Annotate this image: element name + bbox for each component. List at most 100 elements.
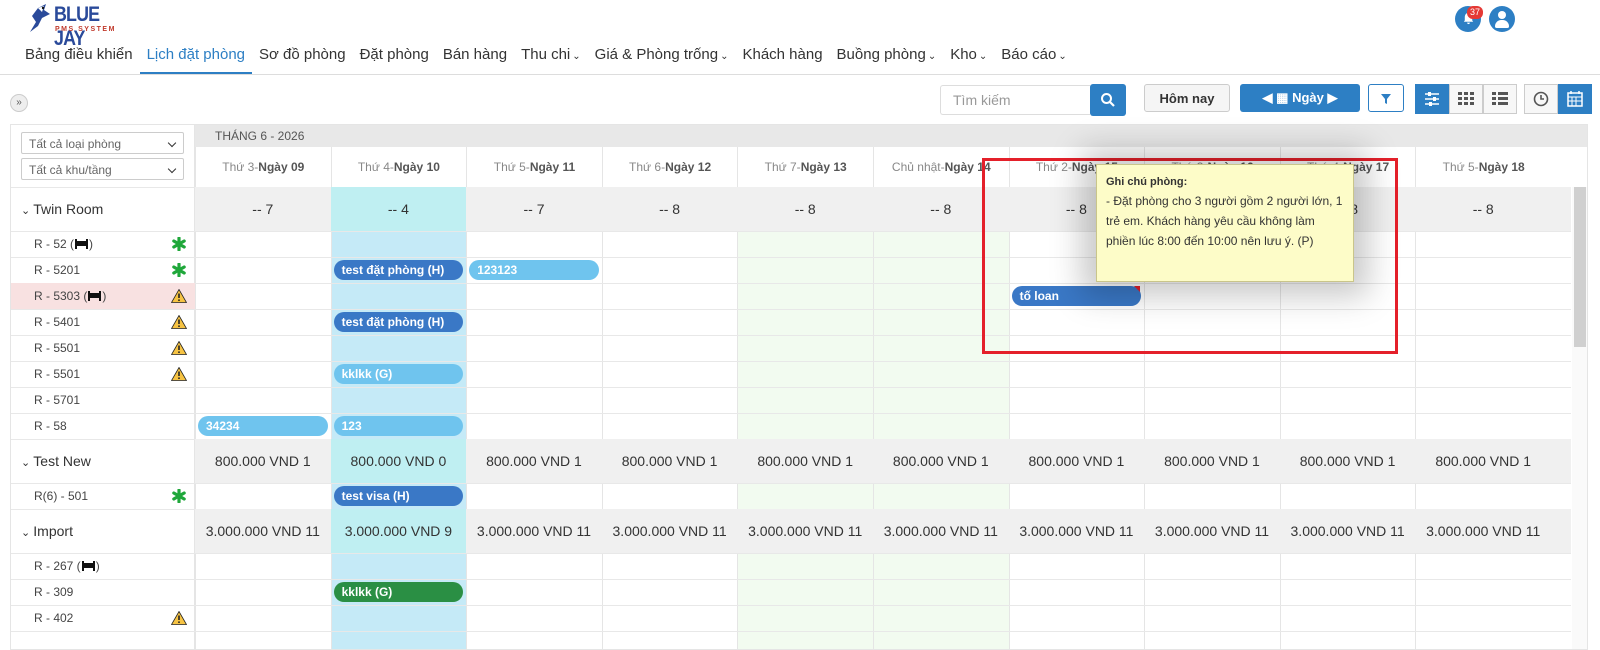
clock-icon	[1533, 91, 1549, 107]
calendar-view-button[interactable]	[1558, 84, 1592, 114]
scrollbar-thumb[interactable]	[1574, 187, 1586, 347]
date-label: Ngày 18	[1478, 160, 1525, 174]
menu-item-6[interactable]: Giá & Phòng trống ⌄	[588, 44, 736, 74]
bed-icon	[75, 239, 89, 249]
menu-item-1[interactable]: Lịch đặt phòng	[139, 44, 253, 74]
booking-bar[interactable]: test visa (H)	[333, 486, 464, 506]
area-select[interactable]: Tất cả khu/tầng	[21, 158, 184, 180]
day-header[interactable]: Thứ 7-Ngày 13	[737, 147, 873, 187]
booking-bar[interactable]: 123	[333, 416, 464, 436]
collapse-chevron-icon[interactable]: ⌄	[21, 527, 33, 539]
booking-bar[interactable]: kklkk (G)	[333, 582, 464, 602]
next-day-icon[interactable]: ▶	[1327, 90, 1337, 105]
clean-status-icon[interactable]	[172, 237, 186, 251]
weekday-label: Thứ 3-	[222, 160, 259, 174]
today-button[interactable]: Hôm nay	[1144, 84, 1230, 112]
group-label[interactable]: ⌄ Import	[11, 523, 195, 539]
view-mode-group	[1415, 84, 1517, 114]
room-label[interactable]: R - 5501	[11, 341, 195, 355]
room-label[interactable]: R - 5501	[11, 367, 195, 381]
availability-cell: -- 8	[1472, 201, 1494, 217]
booking-bar[interactable]: test đặt phòng (H)	[333, 312, 464, 332]
clean-status-icon[interactable]	[172, 489, 186, 503]
warning-icon[interactable]	[171, 341, 187, 355]
room-label[interactable]: R - 402	[11, 611, 195, 625]
list-view-button[interactable]	[1483, 84, 1517, 114]
bed-bracket: )	[89, 237, 94, 251]
room-name: R - 58	[34, 419, 67, 433]
grid-view-button[interactable]	[1449, 84, 1483, 114]
availability-cell: 800.000 VND 1	[214, 453, 311, 469]
room-name: R - 5501	[34, 341, 81, 355]
header-divider	[0, 74, 1600, 75]
clock-view-button[interactable]	[1524, 84, 1558, 114]
menu-item-7[interactable]: Khách hàng	[735, 44, 829, 74]
sliders-icon	[1425, 92, 1439, 106]
booking-bar[interactable]: test đặt phòng (H)	[333, 260, 464, 280]
bed-icon	[81, 561, 95, 571]
room-label[interactable]: R - 5701	[11, 393, 195, 407]
availability-cell: 3.000.000 VND 11	[476, 523, 592, 539]
menu-item-10[interactable]: Báo cáo ⌄	[994, 44, 1073, 74]
group-label[interactable]: ⌄ Test New	[11, 453, 195, 469]
day-header[interactable]: Thứ 4-Ngày 10	[330, 147, 467, 187]
collapse-chevron-icon[interactable]: ⌄	[21, 205, 33, 217]
room-label[interactable]: R - 309	[11, 585, 195, 599]
menu-item-2[interactable]: Sơ đồ phòng	[252, 44, 353, 74]
availability-cell: -- 8	[794, 201, 816, 217]
day-header[interactable]: Thứ 5-Ngày 18	[1415, 147, 1551, 187]
day-navigation[interactable]: ◀ ▦ Ngày ▶	[1240, 84, 1360, 112]
room-label[interactable]: R - 267 ()	[11, 559, 195, 573]
warning-icon[interactable]	[171, 315, 187, 329]
calendar-grid-icon	[1567, 91, 1583, 107]
clean-status-icon[interactable]	[172, 263, 186, 277]
collapse-chevron-icon[interactable]: ⌄	[21, 457, 33, 469]
warning-icon[interactable]	[171, 289, 187, 303]
room-type-select[interactable]: Tất cả loại phòng	[21, 132, 184, 154]
row-divider	[11, 387, 1571, 388]
availability-cell: 3.000.000 VND 11	[1154, 523, 1270, 539]
vertical-scrollbar[interactable]	[1572, 187, 1587, 649]
room-label[interactable]: R - 58	[11, 419, 195, 433]
app-root: BLUE JAY PMS SYSTEM 37 Bảng điều khiển Lị…	[0, 0, 1600, 650]
availability-cell: 800.000 VND 1	[1299, 453, 1396, 469]
search-input[interactable]	[940, 85, 1090, 115]
warning-icon[interactable]	[171, 611, 187, 625]
room-note-tooltip: Ghi chú phòng: - Đặt phòng cho 3 người g…	[1096, 164, 1354, 282]
menu-item-0[interactable]: Bảng điều khiển	[18, 44, 140, 74]
user-avatar-button[interactable]	[1489, 6, 1515, 32]
chevron-down-icon: ⌄	[720, 51, 729, 62]
menu-item-4[interactable]: Bán hàng	[436, 44, 514, 74]
room-name: R - 309	[34, 585, 74, 599]
logo[interactable]: BLUE JAY PMS SYSTEM	[24, 2, 124, 50]
room-label[interactable]: R - 5303 ()	[11, 289, 195, 303]
prev-day-icon[interactable]: ◀	[1263, 90, 1273, 105]
menu-item-8[interactable]: Buồng phòng ⌄	[830, 44, 944, 74]
search-button[interactable]	[1090, 84, 1126, 116]
menu-item-label: Bán hàng	[442, 46, 508, 63]
booking-bar[interactable]: kklkk (G)	[333, 364, 464, 384]
filter-button[interactable]	[1368, 84, 1404, 112]
row-divider	[11, 579, 1571, 580]
settings-sliders-button[interactable]	[1415, 84, 1449, 114]
expand-sidebar-button[interactable]: »	[10, 94, 28, 112]
day-header[interactable]: Thứ 6-Ngày 12	[601, 147, 738, 187]
day-header[interactable]: Thứ 5-Ngày 11	[466, 147, 602, 187]
day-header[interactable]: Thứ 3-Ngày 09	[195, 147, 331, 187]
weekday-label: Thứ 5-	[493, 160, 530, 174]
group-name: Import	[33, 523, 73, 539]
room-label[interactable]: R - 5401	[11, 315, 195, 329]
room-label[interactable]: R - 52 ()	[11, 237, 195, 251]
booking-bar[interactable]: 123123	[469, 260, 599, 280]
availability-cell: 3.000.000 VND 11	[883, 523, 998, 539]
room-label[interactable]: R - 5201	[11, 263, 195, 277]
availability-cell: 800.000 VND 1	[1164, 453, 1260, 469]
menu-item-5[interactable]: Thu chi ⌄	[514, 44, 588, 74]
warning-icon[interactable]	[171, 367, 187, 381]
room-label[interactable]: R(6) - 501	[11, 489, 195, 503]
menu-item-3[interactable]: Đặt phòng	[353, 44, 436, 74]
date-label: Ngày 13	[800, 160, 847, 174]
menu-item-9[interactable]: Kho ⌄	[943, 44, 994, 74]
booking-bar[interactable]: 34234	[198, 416, 328, 436]
group-label[interactable]: ⌄ Twin Room	[11, 201, 195, 217]
